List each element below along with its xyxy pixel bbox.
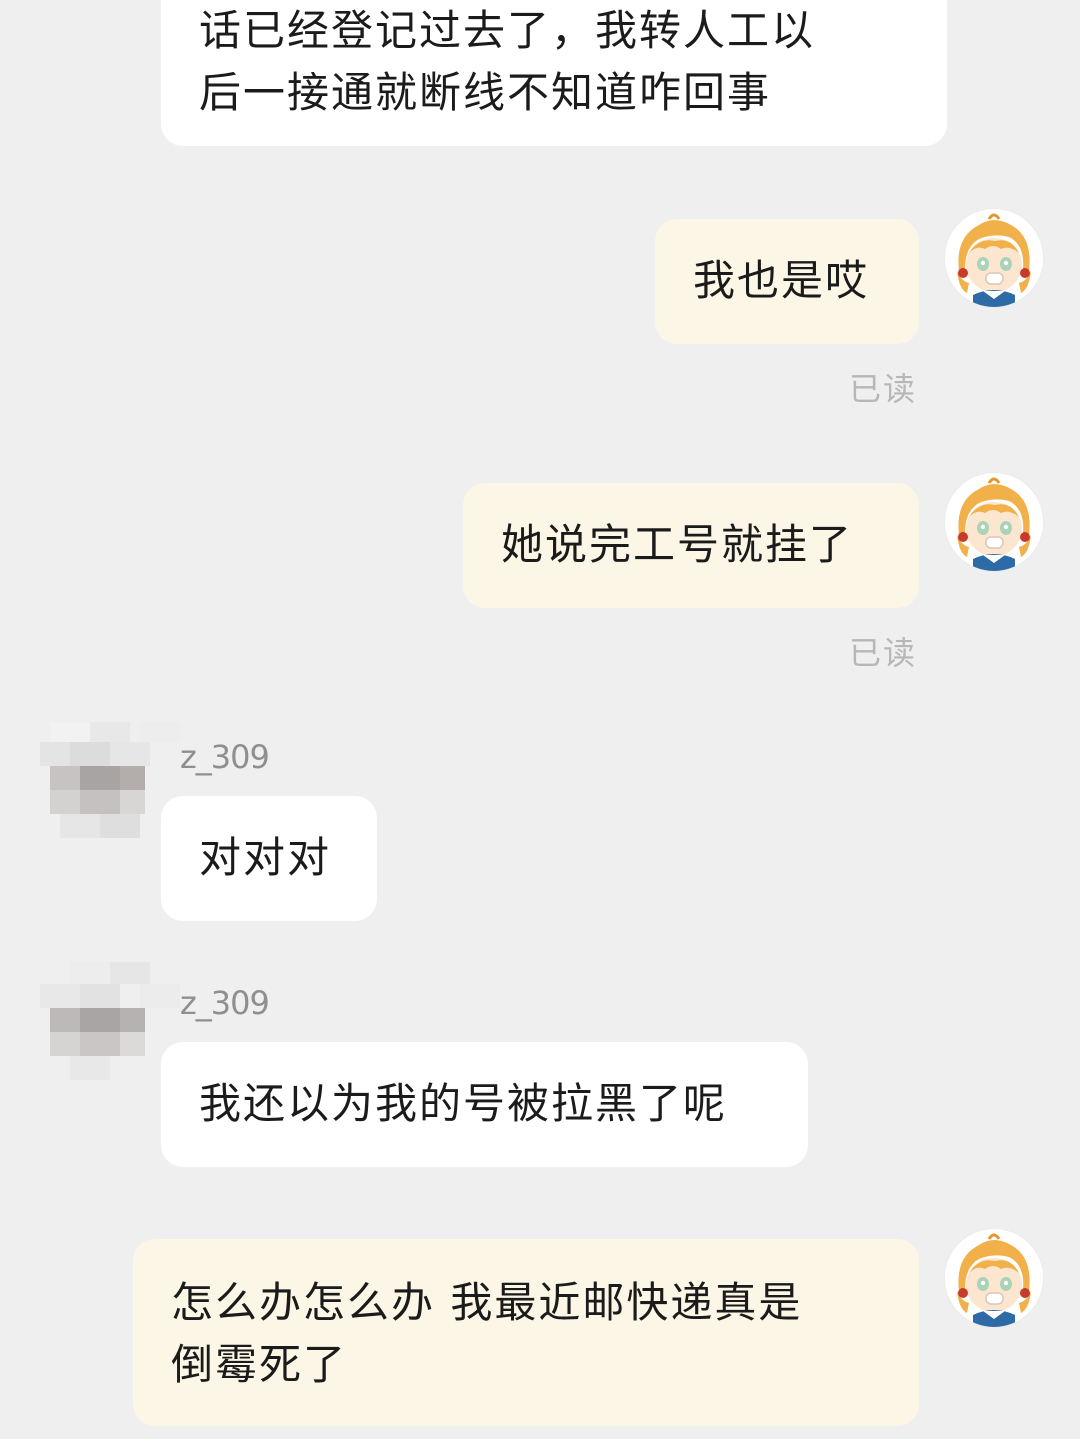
message-bubble-incoming[interactable]: 话已经登记过去了，我转人工以 后一接通就断线不知道咋回事 bbox=[161, 0, 947, 146]
message-text: 她说完工号就挂了 bbox=[501, 520, 854, 569]
message-text-line: 后一接通就断线不知道咋回事 bbox=[199, 68, 772, 117]
cartoon-girl-avatar-icon[interactable] bbox=[945, 473, 1043, 571]
message-text-line: 话已经登记过去了，我转人工以 bbox=[199, 6, 816, 55]
pixelated-avatar-icon[interactable] bbox=[40, 962, 180, 1092]
message-bubble-outgoing[interactable]: 我也是哎 bbox=[655, 219, 919, 344]
message-bubble-outgoing[interactable]: 她说完工号就挂了 bbox=[463, 483, 919, 608]
read-status: 已读 bbox=[849, 634, 918, 672]
message-text: 我也是哎 bbox=[693, 256, 870, 305]
cartoon-girl-avatar-icon[interactable] bbox=[945, 209, 1043, 307]
message-text: 我还以为我的号被拉黑了呢 bbox=[199, 1079, 728, 1128]
sender-name: z_309 bbox=[180, 984, 270, 1022]
message-text-line: 倒霉死了 bbox=[171, 1340, 348, 1389]
message-bubble-incoming[interactable]: 对对对 bbox=[161, 796, 377, 921]
message-bubble-incoming[interactable]: 我还以为我的号被拉黑了呢 bbox=[161, 1042, 808, 1167]
message-text: 对对对 bbox=[199, 833, 332, 882]
message-text-line: 怎么办怎么办 我最近邮快递真是 bbox=[171, 1278, 803, 1327]
pixelated-avatar-icon[interactable] bbox=[40, 722, 180, 852]
read-status: 已读 bbox=[849, 370, 918, 408]
chat-message-list[interactable]: 话已经登记过去了，我转人工以 后一接通就断线不知道咋回事 我也是哎 已读 她说完… bbox=[0, 0, 1080, 1439]
cartoon-girl-avatar-icon[interactable] bbox=[945, 1229, 1043, 1327]
message-bubble-outgoing[interactable]: 怎么办怎么办 我最近邮快递真是 倒霉死了 bbox=[133, 1239, 919, 1426]
sender-name: z_309 bbox=[180, 738, 270, 776]
